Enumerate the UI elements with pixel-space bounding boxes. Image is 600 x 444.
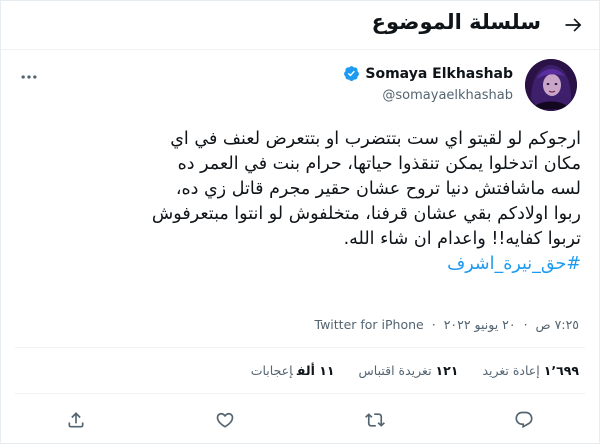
name-line: Somaya Elkhashab <box>343 65 513 82</box>
author-handle[interactable]: @somayaelkhashab <box>382 88 513 103</box>
reply-icon <box>514 410 534 430</box>
quotes-stat[interactable]: ١٢١تغريدة اقتباس <box>359 363 459 378</box>
tweet-source[interactable]: Twitter for iPhone <box>315 317 424 332</box>
like-button[interactable] <box>210 405 240 435</box>
page-title: سلسلة الموضوع <box>371 10 541 34</box>
author-display-name[interactable]: Somaya Elkhashab <box>365 66 513 82</box>
retweet-button[interactable] <box>360 405 390 435</box>
retweets-stat[interactable]: ١٬٦٩٩إعادة تغريد <box>482 363 579 378</box>
tweet-thread-page: سلسلة الموضوع Somaya Elkhashab @somayael… <box>0 0 600 444</box>
quotes-count: ١٢١ <box>435 363 459 378</box>
retweets-count: ١٬٦٩٩ <box>543 363 579 378</box>
verified-badge-icon <box>343 65 360 82</box>
tweet-actions <box>61 405 539 435</box>
meta-separator: · <box>431 317 436 332</box>
tweet-author: Somaya Elkhashab @somayaelkhashab <box>1 59 599 119</box>
tweet-line: تربوا كفايه!! واعدام ان شاء الله. <box>343 229 581 249</box>
meta-separator: · <box>523 317 528 332</box>
more-dots-icon <box>19 67 39 87</box>
tweet-meta: ٧:٢٥ ص · ٢٠ يونيو ٢٠٢٢ · Twitter for iPh… <box>1 317 599 332</box>
tweet-time[interactable]: ٧:٢٥ ص <box>536 317 579 332</box>
tweet-line: مكان اتدخلوا يمكن تنقذوا حياتها، حرام بن… <box>177 154 581 174</box>
hashtag-link[interactable]: #حق_نيرة_اشرف <box>17 252 581 277</box>
retweets-label: إعادة تغريد <box>482 363 540 378</box>
divider <box>15 347 585 348</box>
tweet-text: ارجوكم لو لقيتو اي ست بتتضرب او بتتعرض ل… <box>17 127 581 277</box>
tweet-date[interactable]: ٢٠ يونيو ٢٠٢٢ <box>444 317 516 332</box>
arrow-left-icon <box>563 15 583 35</box>
likes-label: إعجابات <box>250 363 293 378</box>
avatar[interactable] <box>525 59 577 111</box>
likes-stat[interactable]: ١١ ألفإعجابات <box>251 363 335 378</box>
more-options-button[interactable] <box>19 67 39 87</box>
tweet-line: لسه ماشافتش دنيا تروح عشان حقير مجرم قات… <box>175 179 581 199</box>
reply-button[interactable] <box>509 405 539 435</box>
divider <box>15 393 585 394</box>
likes-count: ١١ ألف <box>296 363 335 378</box>
thread-header: سلسلة الموضوع <box>1 1 599 50</box>
retweet-icon <box>364 410 385 430</box>
quotes-label: تغريدة اقتباس <box>358 363 432 378</box>
share-icon <box>66 410 86 430</box>
back-button[interactable] <box>559 11 587 39</box>
share-button[interactable] <box>61 405 91 435</box>
tweet-line: ارجوكم لو لقيتو اي ست بتتضرب او بتتعرض ل… <box>170 129 581 149</box>
tweet-stats: ١٬٦٩٩إعادة تغريد ١٢١تغريدة اقتباس ١١ ألف… <box>17 363 579 378</box>
heart-icon <box>215 410 235 430</box>
tweet-line: ربوا اولادكم بقي عشان قرفنا، متخلفوش لو … <box>151 204 581 224</box>
